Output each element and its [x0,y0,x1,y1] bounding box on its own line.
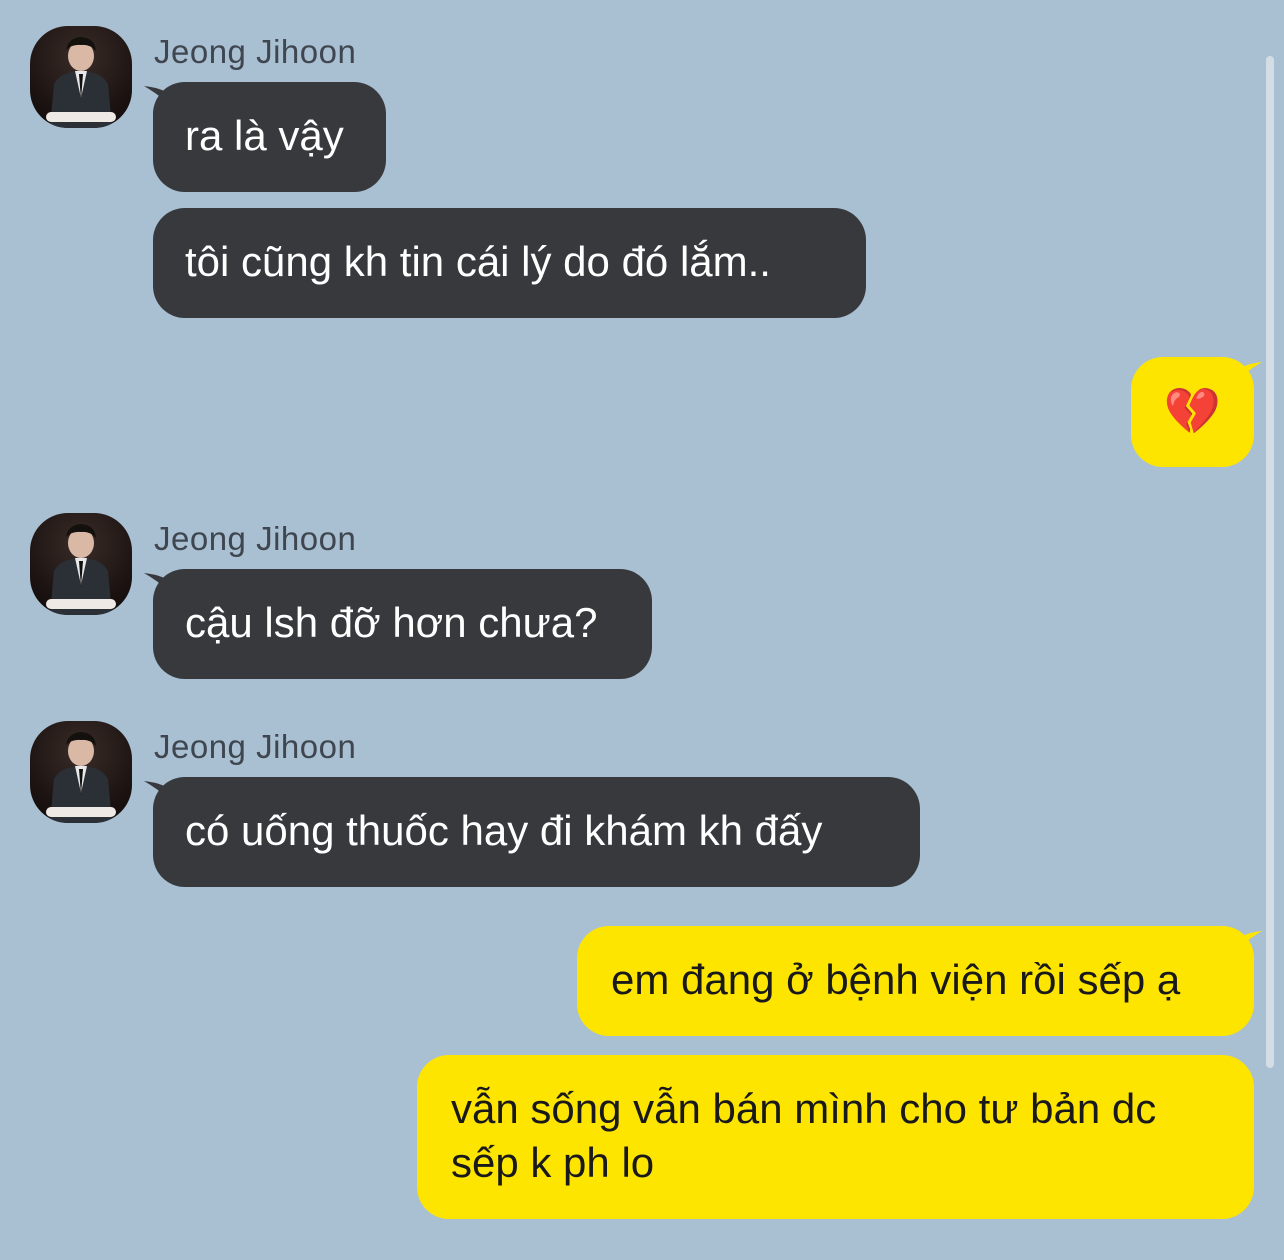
profile-photo-icon [46,732,116,823]
sender-avatar[interactable] [30,721,132,823]
outgoing-message-bubble[interactable]: em đang ở bệnh viện rồi sếp ạ [577,926,1254,1036]
sender-name: Jeong Jihoon [154,520,357,557]
broken-heart-icon: 💔 [1163,385,1222,437]
incoming-message-bubble[interactable]: cậu lsh đỡ hơn chưa? [153,569,652,679]
outgoing-message-bubble[interactable]: vẫn sống vẫn bán mình cho tư bản dc sếp … [417,1055,1254,1219]
sender-avatar[interactable] [30,26,132,128]
sender-avatar[interactable] [30,513,132,615]
incoming-message-bubble[interactable]: ra là vậy [153,82,386,192]
profile-photo-icon [46,37,116,128]
sender-name: Jeong Jihoon [154,33,357,70]
incoming-message-bubble[interactable]: có uống thuốc hay đi khám kh đấy [153,777,920,887]
scrollbar[interactable] [1266,56,1274,1068]
profile-photo-icon [46,524,116,615]
incoming-message-bubble[interactable]: tôi cũng kh tin cái lý do đó lắm.. [153,208,866,318]
sender-name: Jeong Jihoon [154,728,357,765]
outgoing-message-bubble[interactable]: 💔 [1131,357,1254,467]
chat-message-list[interactable]: Jeong Jihoon ra là vậy tôi cũng kh tin c… [0,0,1284,1260]
